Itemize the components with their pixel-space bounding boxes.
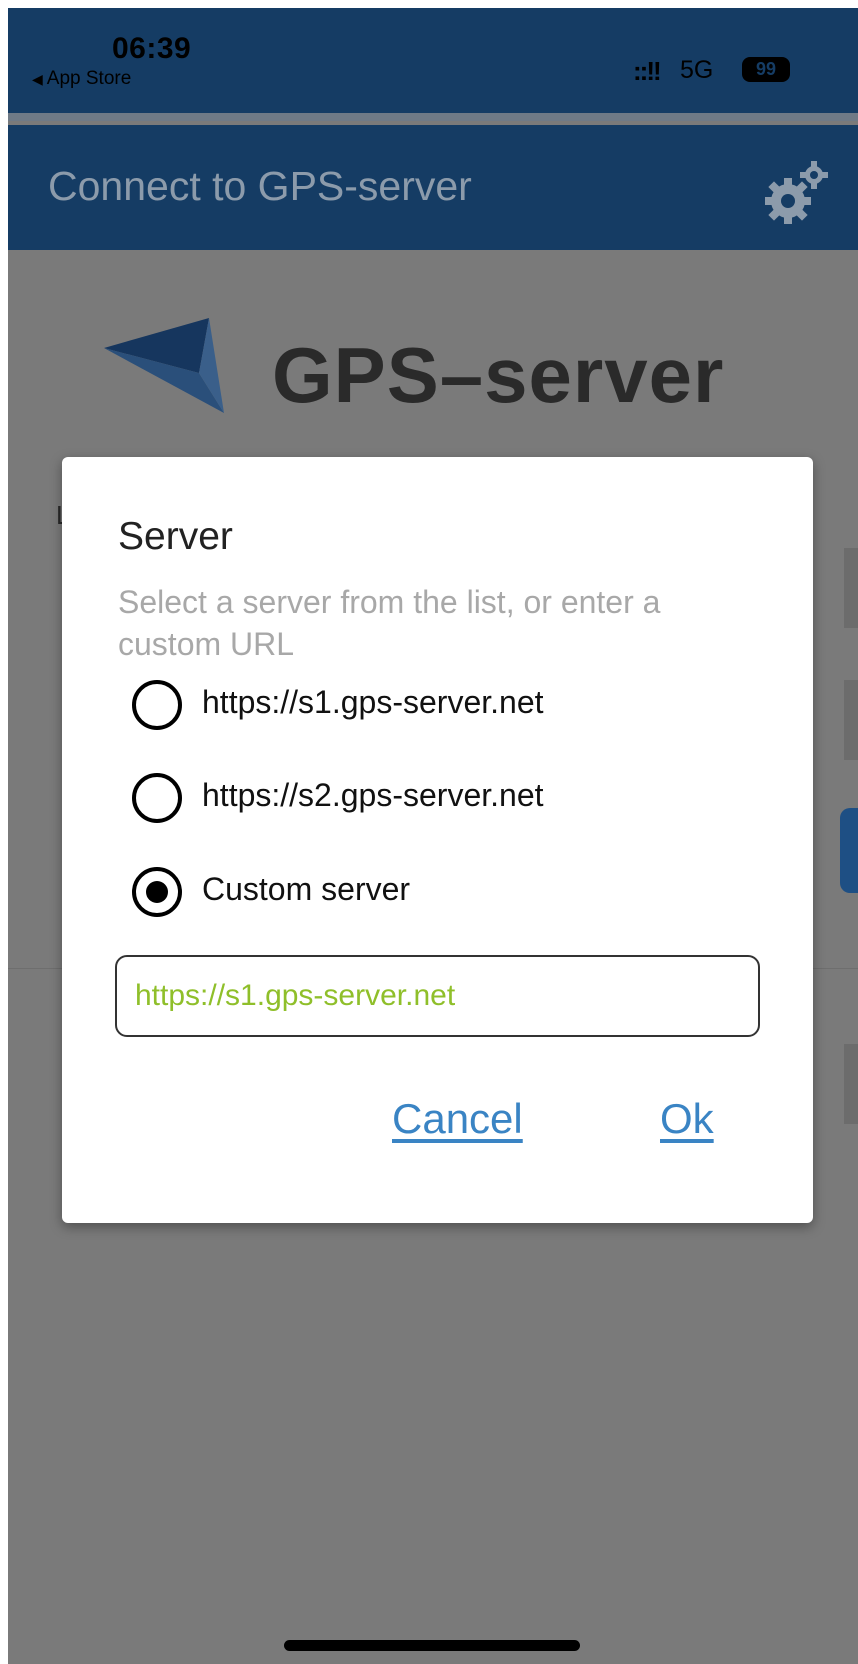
background-button-edge [840, 808, 858, 893]
gps-server-logo: GPS–server [104, 318, 804, 428]
battery-icon: 99 [742, 57, 790, 82]
server-dialog: Server Select a server from the list, or… [62, 457, 813, 1223]
server-option-custom[interactable]: Custom server [132, 865, 752, 921]
custom-url-input[interactable] [115, 955, 760, 1037]
network-type: 5G [680, 56, 714, 84]
option-label: https://s2.gps-server.net [202, 777, 544, 813]
back-to-app-store[interactable]: ◀ App Store [32, 68, 131, 90]
option-label: https://s1.gps-server.net [202, 684, 544, 720]
radio-button[interactable] [132, 773, 182, 823]
gears-icon[interactable] [760, 159, 832, 229]
dialog-title: Server [118, 515, 233, 558]
signal-icon: ::!! [633, 56, 662, 86]
logo-text: GPS–server [272, 331, 725, 419]
status-bar: 06:39 ◀ App Store ::!! 5G 99 [8, 8, 858, 113]
back-app-label: App Store [46, 68, 132, 89]
home-indicator [284, 1640, 580, 1651]
header-divider [8, 113, 858, 121]
phone-screen: 06:39 ◀ App Store ::!! 5G 99 Connect to G… [8, 8, 858, 1664]
radio-button[interactable] [132, 680, 182, 730]
page-title: Connect to GPS-server [48, 163, 472, 209]
option-label: Custom server [202, 871, 411, 907]
back-arrow-icon: ◀ [32, 71, 43, 87]
server-option-s2[interactable]: https://s2.gps-server.net [132, 771, 752, 827]
background-field-edge [844, 548, 858, 628]
app-header: Connect to GPS-server [8, 125, 858, 250]
status-time: 06:39 [112, 32, 192, 65]
server-option-s1[interactable]: https://s1.gps-server.net [132, 678, 752, 734]
background-field-edge [844, 1044, 858, 1124]
cancel-button[interactable]: Cancel [392, 1095, 523, 1143]
radio-button-selected[interactable] [132, 867, 182, 917]
dialog-subtitle: Select a server from the list, or enter … [118, 584, 661, 662]
radio-dot-icon [146, 881, 168, 903]
logo-arrow-icon [104, 318, 224, 413]
ok-button[interactable]: Ok [660, 1095, 714, 1143]
background-field-edge [844, 680, 858, 760]
